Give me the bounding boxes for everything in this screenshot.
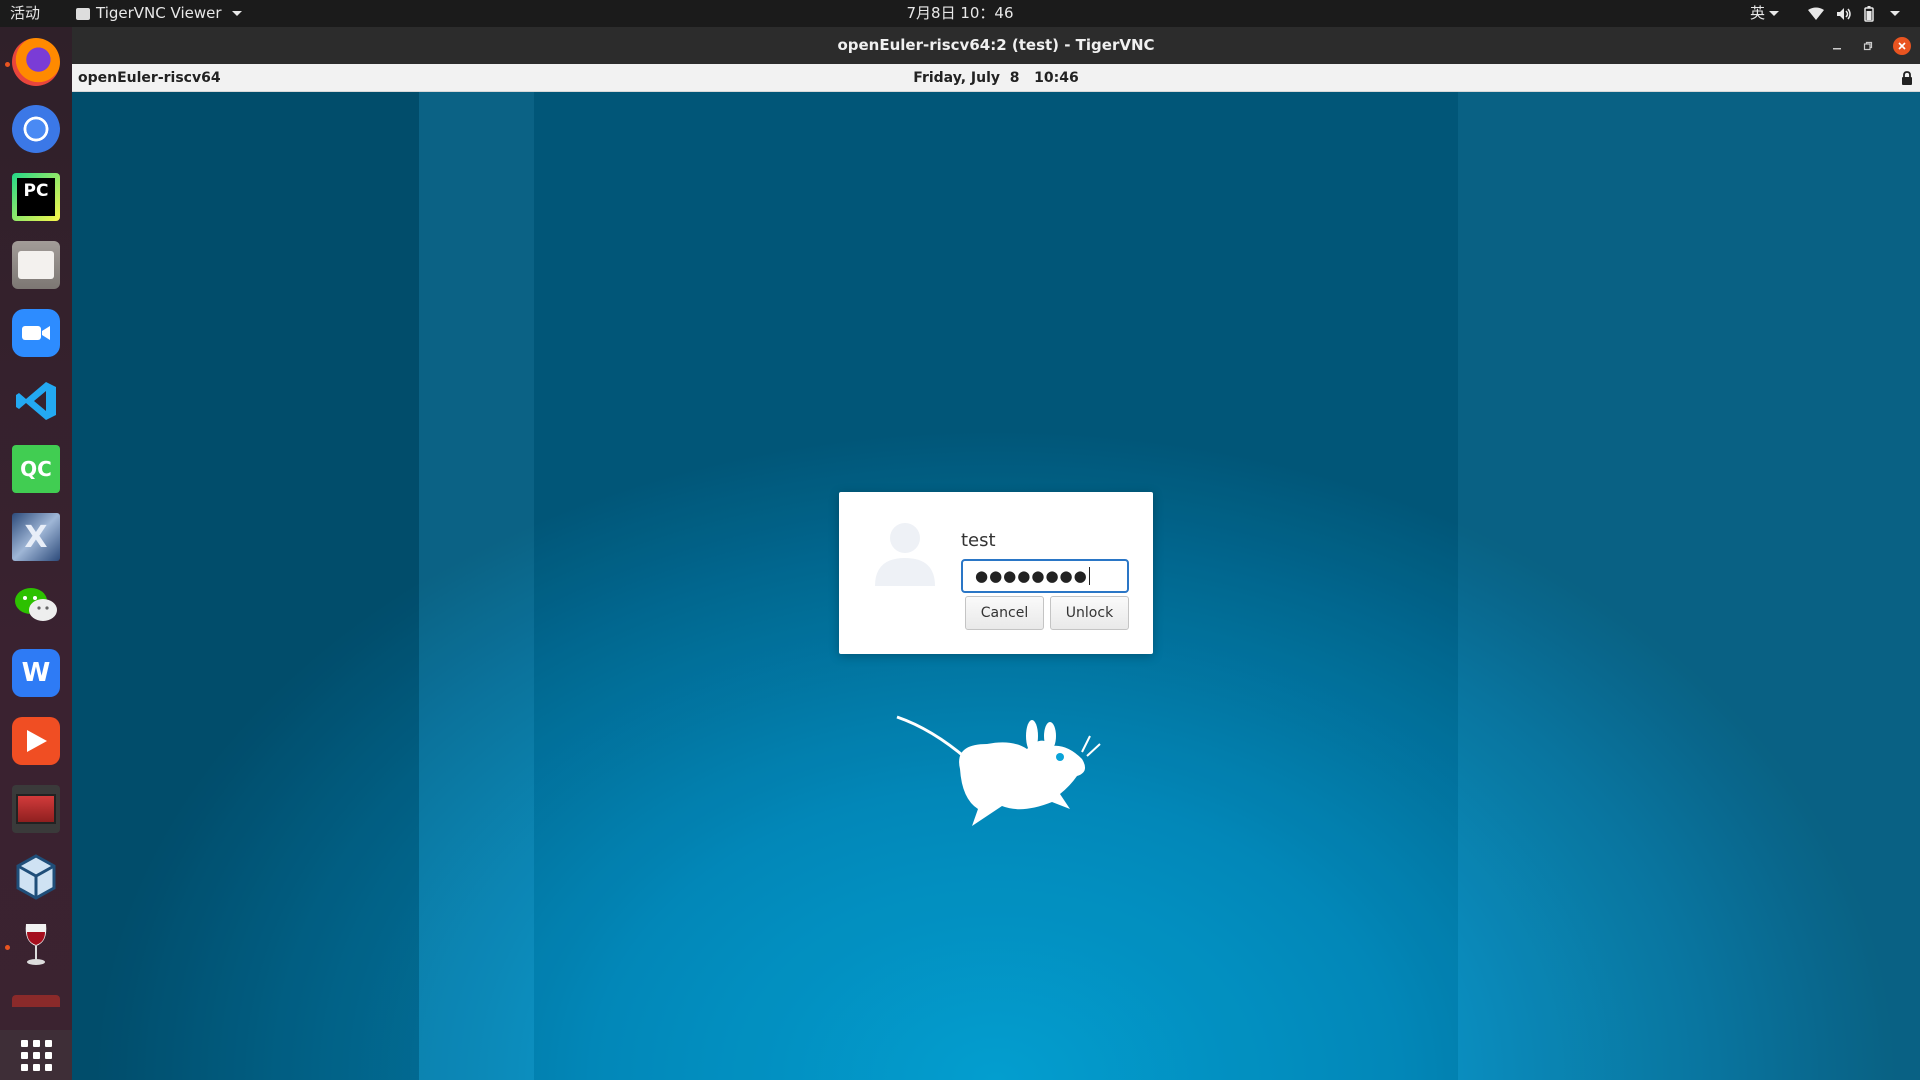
xming-icon[interactable]: X [12,513,60,561]
files-icon[interactable] [12,241,60,289]
remote-desktop[interactable]: openEuler-riscv64 Friday, July 8 10:46 t… [72,64,1920,1080]
running-indicator [5,945,10,950]
firefox-icon[interactable] [12,38,60,86]
wallpaper-band [72,92,419,1080]
video-player-icon[interactable] [12,717,60,765]
wine-glass-icon [25,924,47,965]
wps-icon-label: W [21,658,51,688]
wallpaper-band [1458,92,1920,1080]
remote-clock: Friday, July 8 10:46 [72,64,1920,92]
remote-hostname: openEuler-riscv64 [78,70,221,86]
cube-icon [16,854,56,900]
show-applications-button[interactable] [0,1030,72,1080]
restore-button[interactable] [1859,37,1877,55]
clock-label[interactable]: 7月8日 10：46 [906,4,1013,22]
battery-icon [1864,5,1874,22]
minimize-icon [1833,48,1841,50]
vscode-icon[interactable] [12,377,60,425]
username-label: test [961,530,996,551]
wifi-icon [1808,7,1824,20]
wps-icon[interactable]: W [12,649,60,697]
play-icon [27,730,47,752]
camera-icon [22,326,50,340]
virtualbox-icon[interactable] [12,853,60,901]
wine-icon[interactable] [12,921,60,969]
vscode-logo-icon [16,382,56,420]
unlock-button[interactable]: Unlock [1050,596,1129,630]
pycharm-icon[interactable]: PC [12,173,60,221]
top-bar: 活动 TigerVNC Viewer 7月8日 10：46 英 [0,0,1920,27]
zoom-icon[interactable] [12,309,60,357]
close-button[interactable] [1893,37,1911,55]
wechat-logo-icon [15,588,57,621]
ime-label: 英 [1750,4,1766,22]
terminal-screen [16,794,56,824]
window-titlebar[interactable]: openEuler-riscv64:2 (test) - TigerVNC [72,27,1920,64]
lock-icon [1902,71,1912,85]
remote-panel: openEuler-riscv64 Friday, July 8 10:46 [72,64,1920,92]
terminal-app-icon[interactable] [12,785,60,833]
cancel-button[interactable]: Cancel [965,596,1044,630]
remote-clock-label: Friday, July 8 10:46 [913,70,1079,86]
chromium-icon[interactable] [12,105,60,153]
xfce-mouse-logo [896,715,1101,826]
qtcreator-icon-label: QC [20,457,52,481]
password-mask: ●●●●●●●● [975,567,1088,585]
system-tray[interactable] [1808,0,1900,27]
input-method-indicator[interactable]: 英 [1750,0,1780,27]
partial-dock-icon [12,995,60,1007]
vnc-window: openEuler-riscv64:2 (test) - TigerVNC op… [72,27,1920,1080]
app-menu-label: TigerVNC Viewer [96,4,222,22]
restore-icon [1863,41,1873,51]
window-title: openEuler-riscv64:2 (test) - TigerVNC [837,36,1155,54]
tigervnc-app-icon [76,7,90,20]
wechat-icon[interactable] [12,581,60,629]
volume-icon [1837,7,1851,20]
unlock-dialog: test ●●●●●●●● Cancel Unlock [839,492,1153,654]
qtcreator-icon[interactable]: QC [12,445,60,493]
clock: 7月8日 10：46 [0,0,1920,27]
dock: PC QC X W [0,27,72,1080]
folder-shape [18,251,54,279]
pycharm-icon-label: PC [17,178,55,216]
running-indicator [5,62,10,67]
chevron-down-icon [1890,11,1900,16]
activities-button[interactable]: 活动 [10,0,40,27]
password-field[interactable]: ●●●●●●●● [961,559,1129,593]
app-menu[interactable]: TigerVNC Viewer [76,0,242,27]
chevron-down-icon [1769,11,1780,16]
close-icon [1898,42,1906,50]
apps-grid-icon [20,1039,52,1071]
wallpaper-band [419,92,534,1080]
minimize-button[interactable] [1828,37,1846,55]
text-cursor [1088,567,1090,585]
user-avatar-icon [875,523,935,586]
xming-icon-label: X [24,519,48,555]
chevron-down-icon [231,11,242,16]
